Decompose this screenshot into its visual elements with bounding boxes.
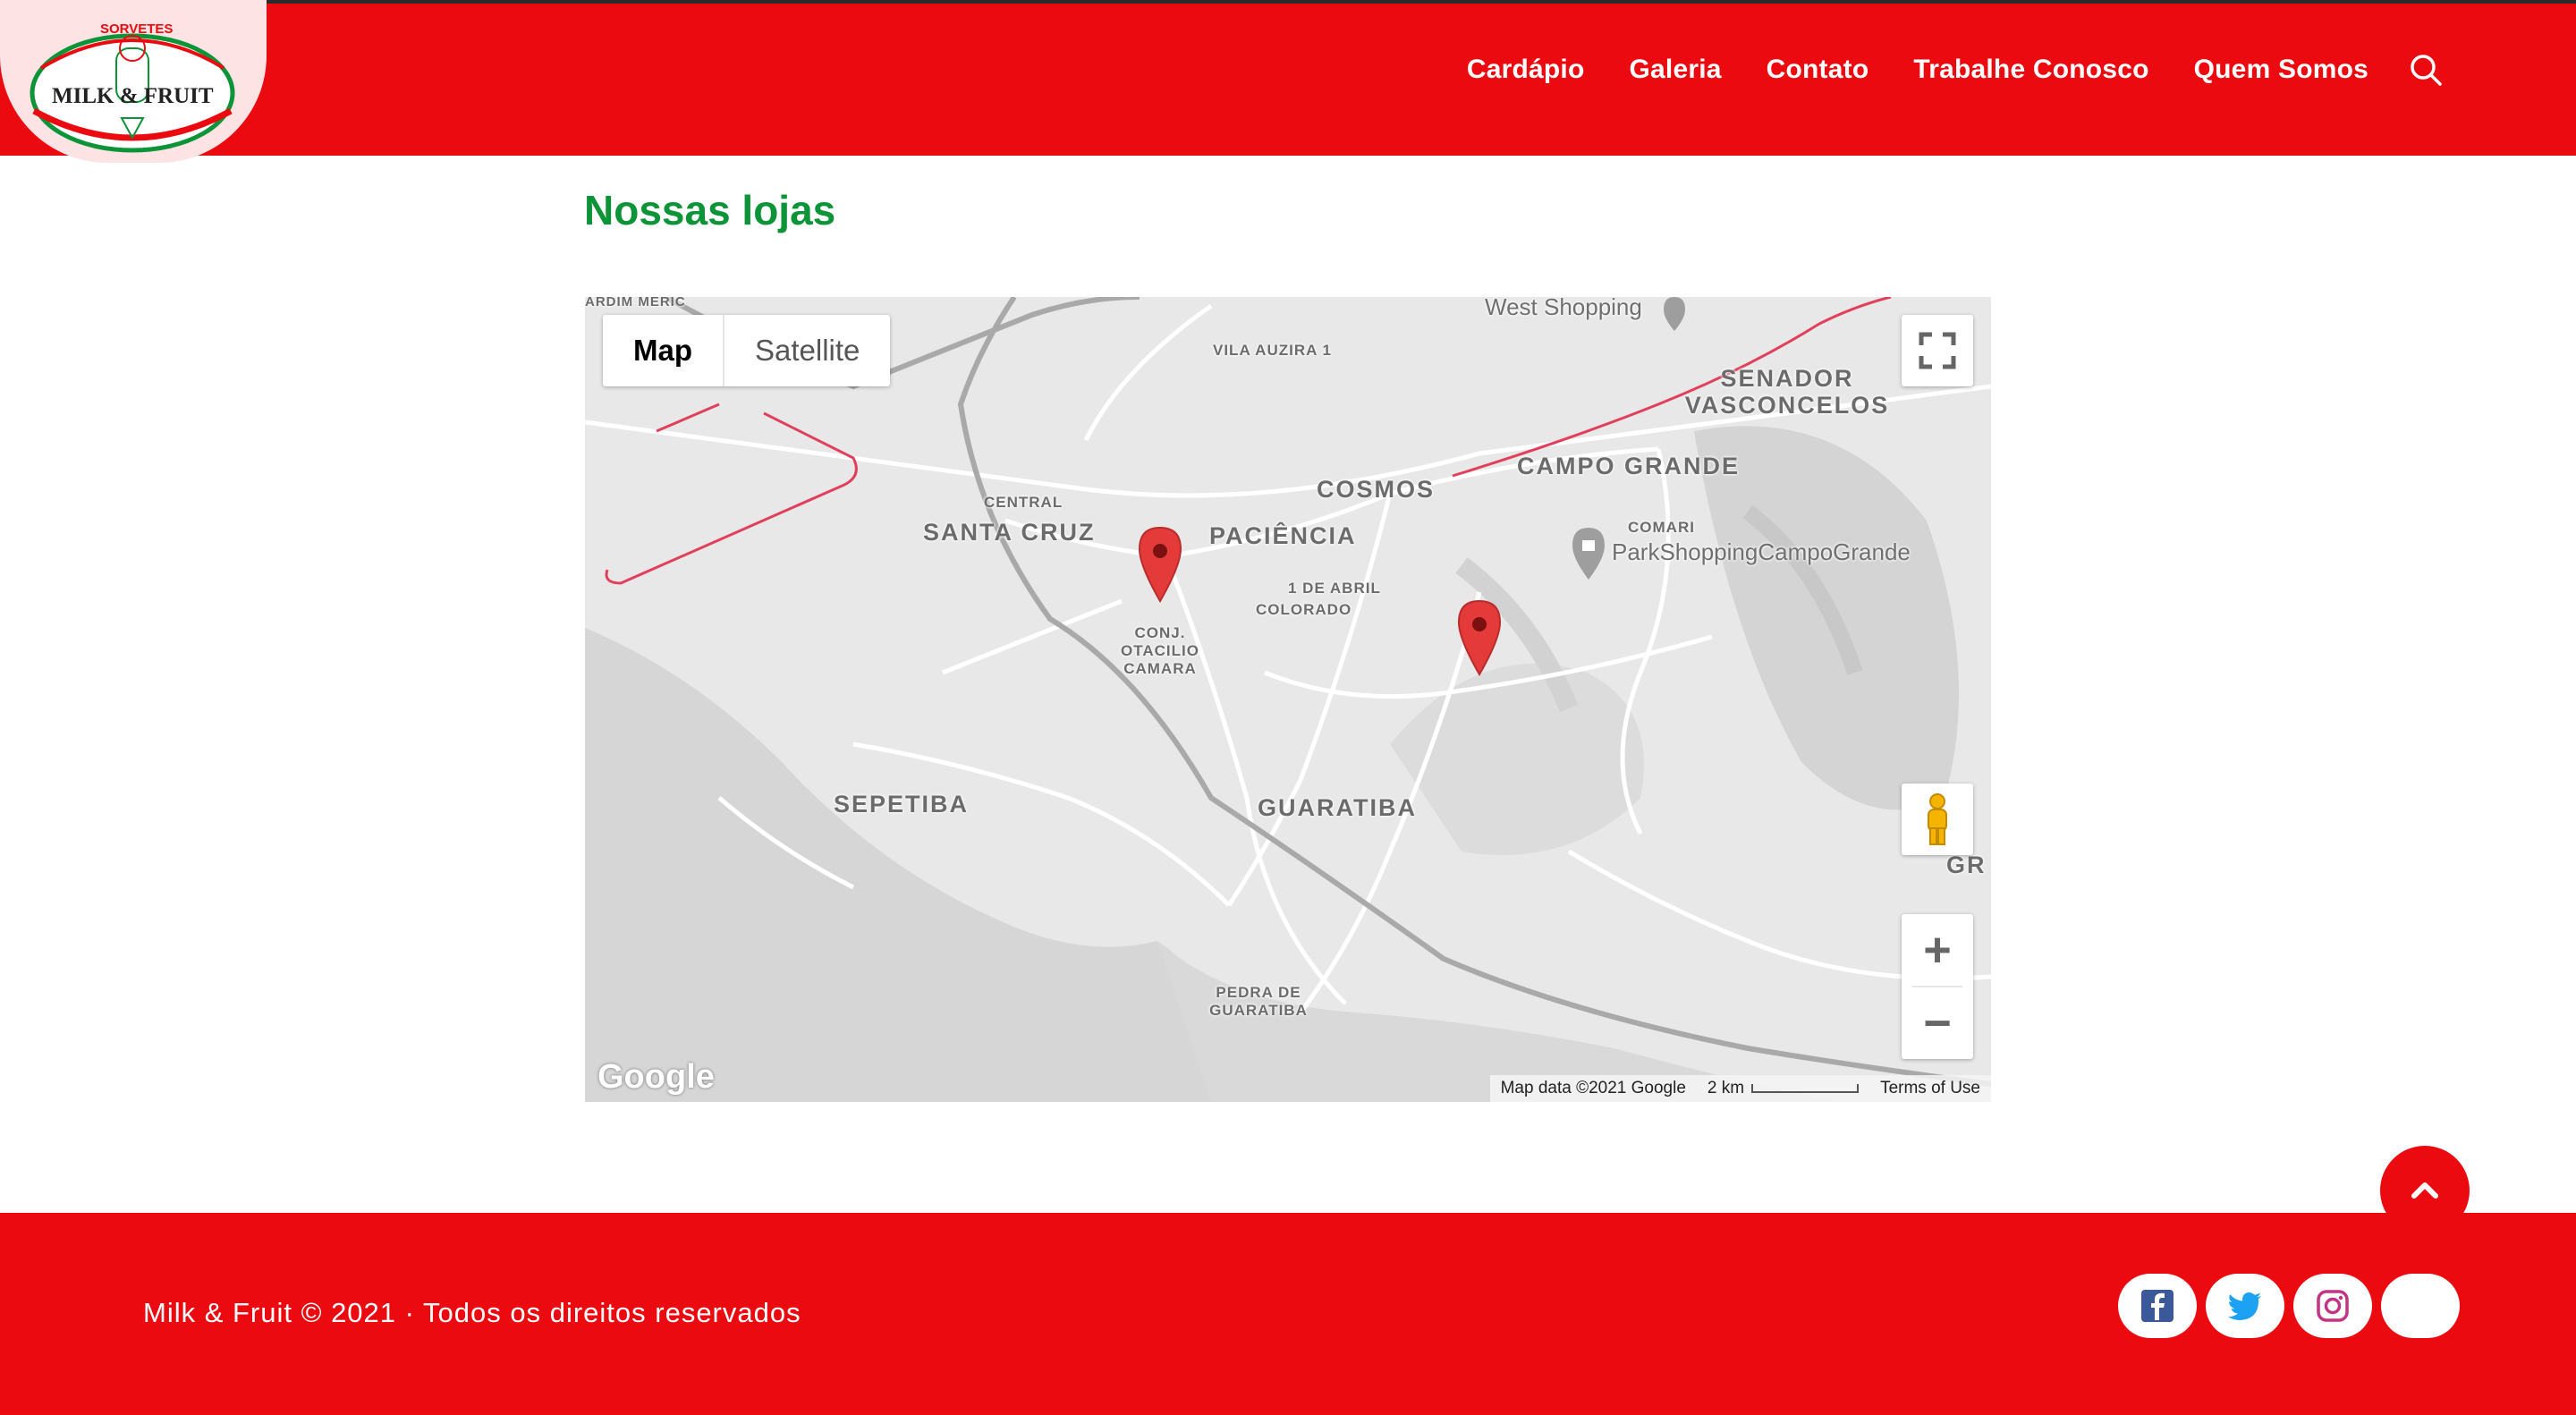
terms-of-use-link[interactable]: Terms of Use <box>1869 1079 1991 1098</box>
site-footer: Milk & Fruit © 2021 · Todos os direitos … <box>0 1213 2576 1415</box>
map-type-control: Map Satellite <box>603 315 891 386</box>
whatsapp-button[interactable] <box>2381 1274 2460 1338</box>
map-scale-label: 2 km <box>1707 1079 1745 1097</box>
map-poi-west-shopping: West Shopping <box>1485 297 1642 320</box>
map-label-sepetiba: SEPETIBA <box>834 791 970 818</box>
map-label-guaratiba: GUARATIBA <box>1258 794 1417 821</box>
store-map[interactable]: ARDIM MERIC West Shopping VILA AUZIRA 1 … <box>585 297 1991 1102</box>
logo[interactable]: SORVETES MILK & FRUIT <box>0 0 267 163</box>
google-logo[interactable]: Google <box>597 1058 715 1097</box>
map-type-map-button[interactable]: Map <box>603 315 723 386</box>
nav-item-quem-somos[interactable]: Quem Somos <box>2194 55 2368 85</box>
map-label-pedra-de-guaratiba: PEDRA DE GUARATIBA <box>1209 984 1308 1019</box>
twitter-icon <box>2228 1292 2261 1320</box>
logo-top-text: SORVETES <box>100 21 174 37</box>
facebook-icon <box>2141 1290 2174 1322</box>
search-icon[interactable] <box>2408 52 2444 88</box>
zoom-control: + − <box>1902 914 1973 1059</box>
street-view-pegman[interactable] <box>1902 784 1973 855</box>
zoom-in-button[interactable]: + <box>1902 914 1973 986</box>
nav-item-galeria[interactable]: Galeria <box>1630 55 1722 85</box>
map-label-senador-vasconcelos: SENADOR VASCONCELOS <box>1684 365 1890 419</box>
map-label-jardim: ARDIM MERIC <box>585 297 686 309</box>
map-label-paciencia: PACIÊNCIA <box>1209 522 1357 549</box>
map-data-text[interactable]: Map data ©2021 Google <box>1490 1079 1697 1098</box>
map-label-colorado: COLORADO <box>1256 601 1352 618</box>
whatsapp-icon <box>2402 1288 2438 1324</box>
map-label-conj-otacilio-camara: CONJ. OTACILIO CAMARA <box>1121 624 1199 677</box>
map-label-central: CENTRAL <box>984 494 1063 511</box>
copyright-text: Milk & Fruit © 2021 · Todos os direitos … <box>143 1297 801 1328</box>
facebook-button[interactable] <box>2118 1274 2197 1338</box>
map-attribution: Map data ©2021 Google 2 km Terms of Use <box>1489 1075 1991 1102</box>
map-label-campo-grande: CAMPO GRANDE <box>1517 453 1741 479</box>
site-header: SORVETES MILK & FRUIT Cardápio Galeria C… <box>0 0 2576 163</box>
nav-item-contato[interactable]: Contato <box>1767 55 1869 85</box>
nav-item-cardapio[interactable]: Cardápio <box>1467 55 1585 85</box>
map-label-comari: COMARI <box>1628 519 1695 536</box>
map-poi-park-shopping: ParkShoppingCampoGrande <box>1612 538 1911 565</box>
scale-bar <box>1751 1083 1860 1093</box>
instagram-icon <box>2317 1290 2349 1322</box>
pegman-icon <box>1928 793 1947 845</box>
map-label-cosmos: COSMOS <box>1317 476 1436 503</box>
instagram-button[interactable] <box>2293 1274 2372 1338</box>
zoom-out-button[interactable]: − <box>1902 987 1973 1059</box>
fullscreen-icon <box>1919 332 1956 369</box>
map-type-satellite-button[interactable]: Satellite <box>724 315 890 386</box>
fullscreen-button[interactable] <box>1902 315 1973 386</box>
map-scale[interactable]: 2 km <box>1697 1079 1869 1098</box>
map-label-vila-auzira: VILA AUZIRA 1 <box>1213 342 1332 359</box>
logo-main-text: MILK & FRUIT <box>52 84 214 108</box>
main-nav: Cardápio Galeria Contato Trabalhe Conosc… <box>1422 52 2444 88</box>
map-label-santa-cruz: SANTA CRUZ <box>923 519 1096 546</box>
map-label-1-de-abril: 1 DE ABRIL <box>1288 580 1381 597</box>
page-title: Nossas lojas <box>584 187 836 233</box>
nav-item-trabalhe-conosco[interactable]: Trabalhe Conosco <box>1913 55 2148 85</box>
twitter-button[interactable] <box>2206 1274 2284 1338</box>
